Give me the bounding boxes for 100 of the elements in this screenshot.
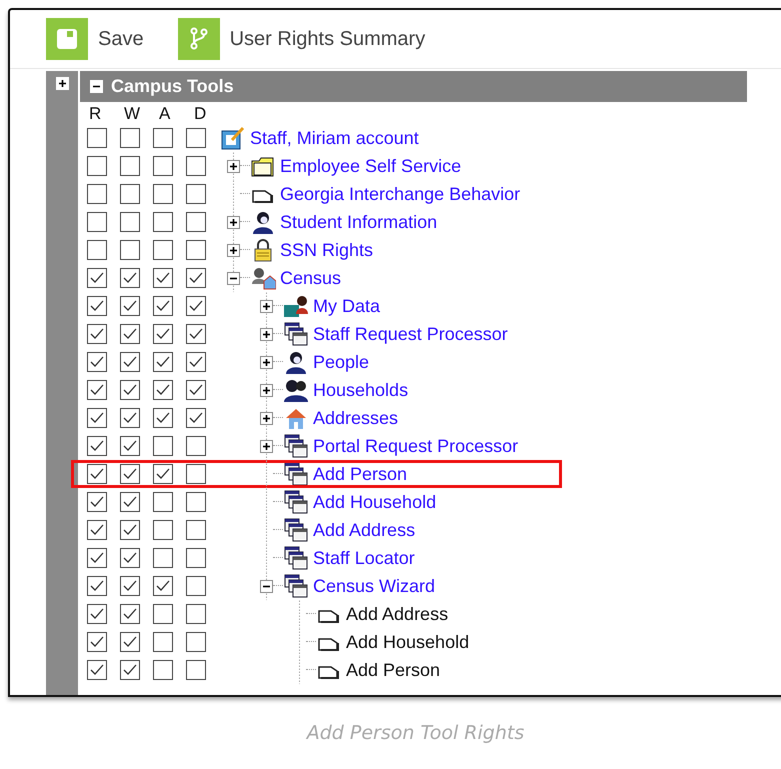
tree-toggle[interactable] [260,580,272,592]
checkbox[interactable] [153,436,173,456]
tree-item[interactable]: Add Household [313,492,436,512]
checkbox[interactable] [87,632,107,652]
checkbox[interactable] [120,268,140,288]
checkbox[interactable] [87,520,107,540]
checkbox[interactable] [153,464,173,484]
checkbox[interactable] [120,492,140,512]
checkbox[interactable] [87,380,107,400]
tree-toggle[interactable] [260,328,272,340]
checkbox[interactable] [153,128,173,148]
checkbox[interactable] [186,660,206,680]
checkbox[interactable] [186,296,206,316]
checkbox[interactable] [186,548,206,568]
tree-item[interactable]: My Data [313,296,380,316]
checkbox[interactable] [186,492,206,512]
tree-item[interactable]: SSN Rights [280,240,374,260]
checkbox[interactable] [120,632,140,652]
checkbox[interactable] [186,408,206,428]
checkbox[interactable] [120,464,140,484]
tree-toggle[interactable] [226,216,240,228]
checkbox[interactable] [120,128,140,148]
checkbox[interactable] [153,240,173,260]
checkbox[interactable] [87,324,107,344]
checkbox[interactable] [87,156,107,176]
summary-button[interactable]: User Rights Summary [178,18,426,60]
tree-item[interactable]: Add Household [346,632,470,652]
tree-toggle[interactable] [226,272,240,284]
tree-toggle[interactable] [226,160,240,172]
checkbox[interactable] [186,212,206,232]
checkbox[interactable] [87,268,107,288]
checkbox[interactable] [186,632,206,652]
checkbox[interactable] [87,548,107,568]
checkbox[interactable] [153,324,173,344]
checkbox[interactable] [120,184,140,204]
checkbox[interactable] [87,660,107,680]
checkbox[interactable] [153,576,173,596]
tree-item[interactable]: Staff, Miriam account [250,128,419,148]
checkbox[interactable] [120,352,140,372]
tree-item[interactable]: Georgia Interchange Behavior [280,184,520,204]
checkbox[interactable] [186,184,206,204]
checkbox[interactable] [153,380,173,400]
checkbox[interactable] [87,240,107,260]
checkbox[interactable] [153,520,173,540]
checkbox[interactable] [153,492,173,512]
checkbox[interactable] [186,240,206,260]
checkbox[interactable] [153,156,173,176]
checkbox[interactable] [186,464,206,484]
checkbox[interactable] [87,352,107,372]
checkbox[interactable] [120,324,140,344]
checkbox[interactable] [153,604,173,624]
checkbox[interactable] [153,296,173,316]
checkbox[interactable] [153,408,173,428]
checkbox[interactable] [153,184,173,204]
checkbox[interactable] [120,212,140,232]
tree-toggle[interactable] [260,356,272,368]
tree-item[interactable]: Add Address [313,520,416,540]
checkbox[interactable] [186,576,206,596]
tree-item[interactable]: Staff Locator [313,548,415,568]
checkbox[interactable] [87,436,107,456]
tree-item[interactable]: Staff Request Processor [313,324,508,344]
checkbox[interactable] [186,156,206,176]
tree-toggle[interactable] [260,384,272,396]
checkbox[interactable] [153,548,173,568]
checkbox[interactable] [87,604,107,624]
checkbox[interactable] [120,548,140,568]
checkbox[interactable] [153,268,173,288]
checkbox[interactable] [87,212,107,232]
tree-item[interactable]: Portal Request Processor [313,436,518,456]
checkbox[interactable] [153,212,173,232]
checkbox[interactable] [186,352,206,372]
checkbox[interactable] [87,492,107,512]
save-button[interactable]: Save [46,18,144,60]
checkbox[interactable] [87,296,107,316]
checkbox[interactable] [186,324,206,344]
checkbox[interactable] [87,408,107,428]
tree-toggle[interactable] [260,440,272,452]
tree-item[interactable]: People [313,352,370,372]
tree-item[interactable]: Add Address [346,604,448,624]
checkbox[interactable] [120,296,140,316]
checkbox[interactable] [186,380,206,400]
collapse-toggle[interactable] [90,80,103,93]
tree-toggle[interactable] [260,300,272,312]
checkbox[interactable] [87,184,107,204]
checkbox[interactable] [186,436,206,456]
checkbox[interactable] [186,268,206,288]
checkbox[interactable] [120,380,140,400]
checkbox[interactable] [87,464,107,484]
checkbox[interactable] [120,604,140,624]
checkbox[interactable] [120,576,140,596]
checkbox[interactable] [87,128,107,148]
checkbox[interactable] [153,632,173,652]
checkbox[interactable] [153,660,173,680]
checkbox[interactable] [120,156,140,176]
tree-item[interactable]: Addresses [313,408,398,428]
checkbox[interactable] [186,604,206,624]
tree-toggle[interactable] [226,244,240,256]
checkbox[interactable] [87,576,107,596]
checkbox[interactable] [120,436,140,456]
checkbox[interactable] [120,660,140,680]
